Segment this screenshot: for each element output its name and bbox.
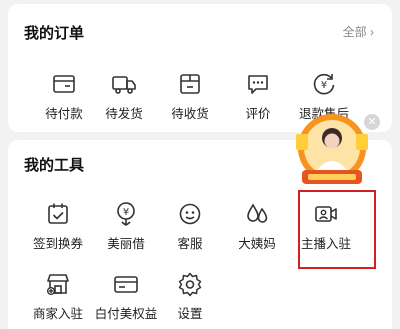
package-icon: [180, 74, 200, 94]
order-item-review[interactable]: 评价: [226, 70, 290, 122]
tool-item-baifumei-benefits[interactable]: 白付美权益: [94, 270, 158, 322]
tool-item-label: 客服: [177, 237, 203, 251]
card-icon: [114, 276, 138, 293]
close-icon[interactable]: ✕: [364, 114, 380, 130]
tool-item-label: 美丽借: [107, 237, 145, 251]
svg-text:¥: ¥: [123, 207, 129, 218]
highlight-box: [298, 190, 376, 269]
gear-icon: [178, 272, 202, 297]
all-orders-link[interactable]: 全部 ›: [343, 23, 374, 40]
tool-item-label: 白付美权益: [94, 307, 158, 321]
order-item-pending-payment[interactable]: 待付款: [32, 70, 96, 122]
tool-item-beauty-loan[interactable]: ¥ 美丽借: [94, 200, 158, 252]
shop-icon: [47, 274, 69, 296]
tool-item-label: 大姨妈: [238, 237, 276, 251]
tool-item-label: 签到换券: [32, 237, 83, 251]
tools-title: 我的工具: [24, 157, 85, 174]
tool-item-label: 设置: [177, 307, 203, 321]
tool-item-period-tracker[interactable]: 大姨妈: [225, 200, 289, 252]
truck-icon: [112, 76, 136, 94]
tool-item-settings[interactable]: 设置: [158, 270, 222, 322]
wallet-icon: [53, 75, 75, 93]
live-streamer-promo-icon[interactable]: [288, 112, 376, 190]
order-item-label: 待收货: [171, 107, 209, 121]
tool-item-merchant-signup[interactable]: 商家入驻: [26, 270, 90, 322]
order-item-pending-receipt[interactable]: 待收货: [158, 70, 222, 122]
refund-icon: ¥: [313, 73, 335, 95]
tool-item-customer-service[interactable]: 客服: [158, 200, 222, 252]
yen-flower-icon: ¥: [117, 202, 135, 226]
service-face-icon: [179, 203, 201, 225]
svg-text:¥: ¥: [321, 80, 327, 91]
order-item-label: 待付款: [45, 107, 83, 121]
calendar-check-icon: [48, 203, 68, 224]
orders-title: 我的订单: [24, 25, 85, 42]
comment-icon: [248, 75, 268, 94]
drops-icon: [247, 203, 268, 223]
tool-item-label: 商家入驻: [32, 307, 83, 321]
tool-item-checkin[interactable]: 签到换券: [26, 200, 90, 252]
order-item-label: 待发货: [105, 107, 143, 121]
order-item-pending-shipment[interactable]: 待发货: [92, 70, 156, 122]
order-item-label: 评价: [245, 107, 271, 121]
